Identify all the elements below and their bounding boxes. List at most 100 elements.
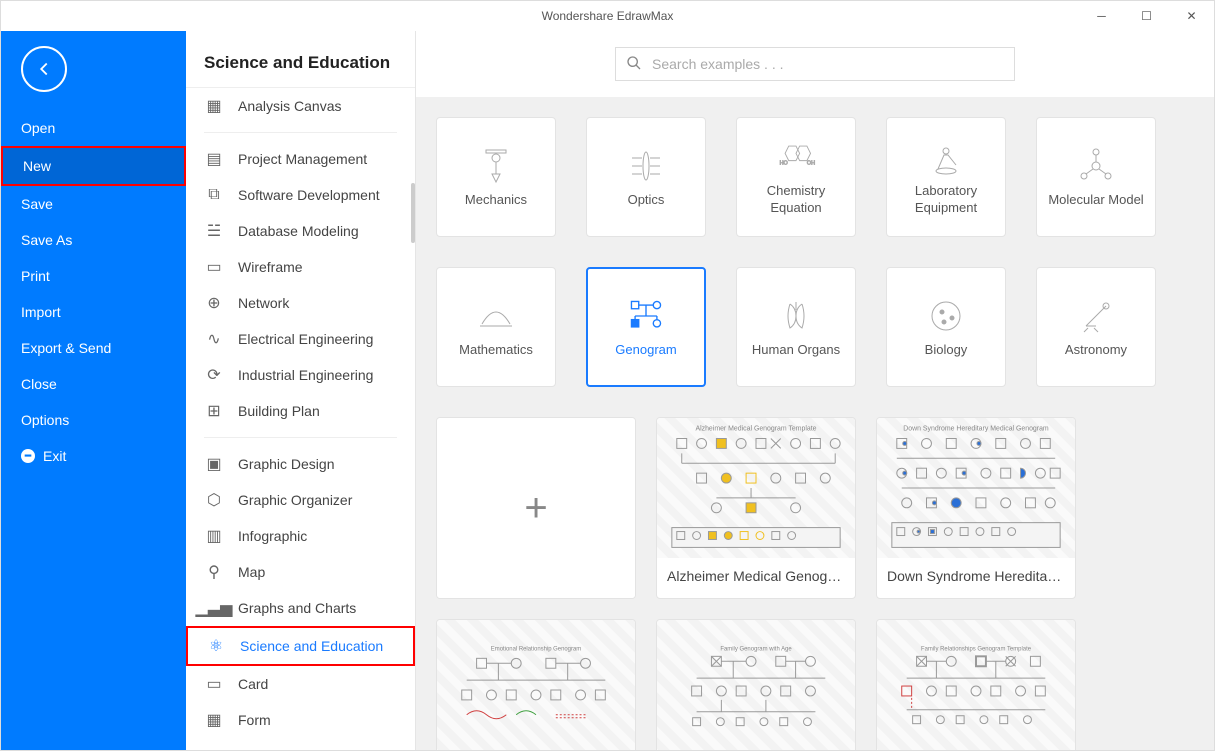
astronomy-icon <box>1076 296 1116 336</box>
sidebar-item-import[interactable]: Import <box>1 294 186 330</box>
math-icon <box>476 296 516 336</box>
categories-header: Science and Education <box>186 31 415 88</box>
template-mechanics[interactable]: Mechanics <box>436 117 556 237</box>
category-graphs-and-charts[interactable]: ▁▃▅Graphs and Charts <box>186 590 415 626</box>
main-panel: Mechanics Optics HOOH Chemistry Equation <box>416 31 1214 750</box>
sidebar-item-close[interactable]: Close <box>1 366 186 402</box>
down-syndrome-thumb: Down Syndrome Hereditary Medical Genogra… <box>877 418 1075 558</box>
svg-text:Family Genogram with Age: Family Genogram with Age <box>720 646 792 652</box>
pm-icon: ▤ <box>204 149 224 169</box>
canvas-icon: ▦ <box>204 96 224 116</box>
category-electrical-engineering[interactable]: ∿Electrical Engineering <box>186 321 415 357</box>
blank-thumb: + <box>437 418 635 598</box>
template-human-organs[interactable]: Human Organs <box>736 267 856 387</box>
software-icon: ⧉ <box>204 185 224 205</box>
svg-text:OH: OH <box>807 160 815 166</box>
category-project-management[interactable]: ▤Project Management <box>186 141 415 177</box>
category-industrial-engineering[interactable]: ⟳Industrial Engineering <box>186 357 415 393</box>
sidebar-item-save-as[interactable]: Save As <box>1 222 186 258</box>
sidebar-item-print[interactable]: Print <box>1 258 186 294</box>
electrical-icon: ∿ <box>204 329 224 349</box>
example-emotional-relationship[interactable]: Emotional Relationship Genogram <box>436 619 636 750</box>
template-astronomy[interactable]: Astronomy <box>1036 267 1156 387</box>
organizer-icon: ⬡ <box>204 490 224 510</box>
category-science-and-education[interactable]: ⚛Science and Education <box>186 626 415 666</box>
search-input[interactable] <box>652 56 1004 72</box>
template-biology[interactable]: Biology <box>886 267 1006 387</box>
category-network[interactable]: ⊕Network <box>186 285 415 321</box>
category-software-development[interactable]: ⧉Software Development <box>186 177 415 213</box>
infographic-icon: ▥ <box>204 526 224 546</box>
template-optics[interactable]: Optics <box>586 117 706 237</box>
minimize-button[interactable]: ─ <box>1079 1 1124 31</box>
sidebar-item-open[interactable]: Open <box>1 110 186 146</box>
file-menu-sidebar: Open New Save Save As Print Import Expor… <box>1 31 186 750</box>
biology-icon <box>926 296 966 336</box>
sidebar-item-export-send[interactable]: Export & Send <box>1 330 186 366</box>
close-button[interactable]: ✕ <box>1169 1 1214 31</box>
svg-text:Down Syndrome Hereditary Medic: Down Syndrome Hereditary Medical Genogra… <box>903 426 1049 433</box>
network-icon: ⊕ <box>204 293 224 313</box>
back-button[interactable] <box>21 46 67 92</box>
template-genogram[interactable]: Genogram <box>586 267 706 387</box>
database-icon: ☱ <box>204 221 224 241</box>
search-icon <box>626 55 642 74</box>
family-rel-thumb: Family Relationships Genogram Template <box>877 620 1075 750</box>
category-form[interactable]: ▦Form <box>186 702 415 738</box>
category-graphic-design[interactable]: ▣Graphic Design <box>186 446 415 482</box>
map-icon: ⚲ <box>204 562 224 582</box>
svg-text:Emotional Relationship Genogra: Emotional Relationship Genogram <box>491 646 581 652</box>
genogram-icon <box>626 296 666 336</box>
industrial-icon: ⟳ <box>204 365 224 385</box>
example-grid: + Alzheimer Medical Genogram Template <box>436 417 1194 750</box>
category-database-modeling[interactable]: ☱Database Modeling <box>186 213 415 249</box>
svg-text:Alzheimer Medical Genogram Tem: Alzheimer Medical Genogram Template <box>695 426 816 433</box>
maximize-button[interactable]: ☐ <box>1124 1 1169 31</box>
titlebar: Wondershare EdrawMax ─ ☐ ✕ <box>1 1 1214 31</box>
building-icon: ⊞ <box>204 401 224 421</box>
category-graphic-organizer[interactable]: ⬡Graphic Organizer <box>186 482 415 518</box>
sidebar-item-new[interactable]: New <box>1 146 186 186</box>
example-family-relationships[interactable]: Family Relationships Genogram Template <box>876 619 1076 750</box>
category-building-plan[interactable]: ⊞Building Plan <box>186 393 415 429</box>
category-analysis-canvas[interactable]: ▦Analysis Canvas <box>186 88 415 124</box>
category-wireframe[interactable]: ▭Wireframe <box>186 249 415 285</box>
sidebar-item-options[interactable]: Options <box>1 402 186 438</box>
family-age-thumb: Family Genogram with Age <box>657 620 855 750</box>
category-map[interactable]: ⚲Map <box>186 554 415 590</box>
example-alzheimer[interactable]: Alzheimer Medical Genogram Template Alzh <box>656 417 856 599</box>
exit-icon: ━ <box>21 449 35 463</box>
molecular-icon <box>1076 146 1116 186</box>
organs-icon <box>776 296 816 336</box>
categories-panel: Science and Education ▦Analysis Canvas ▤… <box>186 31 416 750</box>
form-icon: ▦ <box>204 710 224 730</box>
example-down-syndrome[interactable]: Down Syndrome Hereditary Medical Genogra… <box>876 417 1076 599</box>
example-title: Alzheimer Medical Genogram <box>657 558 855 594</box>
search-box[interactable] <box>615 47 1015 81</box>
svg-text:HO: HO <box>780 160 788 166</box>
card-icon: ▭ <box>204 674 224 694</box>
template-mathematics[interactable]: Mathematics <box>436 267 556 387</box>
svg-text:Family Relationships Genogram: Family Relationships Genogram Template <box>921 646 1032 652</box>
mechanics-icon <box>476 146 516 186</box>
charts-icon: ▁▃▅ <box>204 598 224 618</box>
category-infographic[interactable]: ▥Infographic <box>186 518 415 554</box>
example-family-age[interactable]: Family Genogram with Age <box>656 619 856 750</box>
template-chemistry-equation[interactable]: HOOH Chemistry Equation <box>736 117 856 237</box>
optics-icon <box>626 146 666 186</box>
emotional-thumb: Emotional Relationship Genogram <box>437 620 635 750</box>
scrollbar-thumb[interactable] <box>411 183 415 243</box>
template-laboratory-equipment[interactable]: Laboratory Equipment <box>886 117 1006 237</box>
plus-icon: + <box>524 486 547 531</box>
science-icon: ⚛ <box>206 636 226 656</box>
design-icon: ▣ <box>204 454 224 474</box>
template-molecular-model[interactable]: Molecular Model <box>1036 117 1156 237</box>
sidebar-item-exit[interactable]: ━ Exit <box>1 438 186 474</box>
category-card[interactable]: ▭Card <box>186 666 415 702</box>
example-title: Down Syndrome Hereditary ... <box>877 558 1075 594</box>
lab-icon <box>926 137 966 177</box>
chemistry-icon: HO OH <box>776 137 816 177</box>
example-blank[interactable]: + <box>436 417 636 599</box>
sidebar-item-save[interactable]: Save <box>1 186 186 222</box>
window-title: Wondershare EdrawMax <box>542 9 674 23</box>
